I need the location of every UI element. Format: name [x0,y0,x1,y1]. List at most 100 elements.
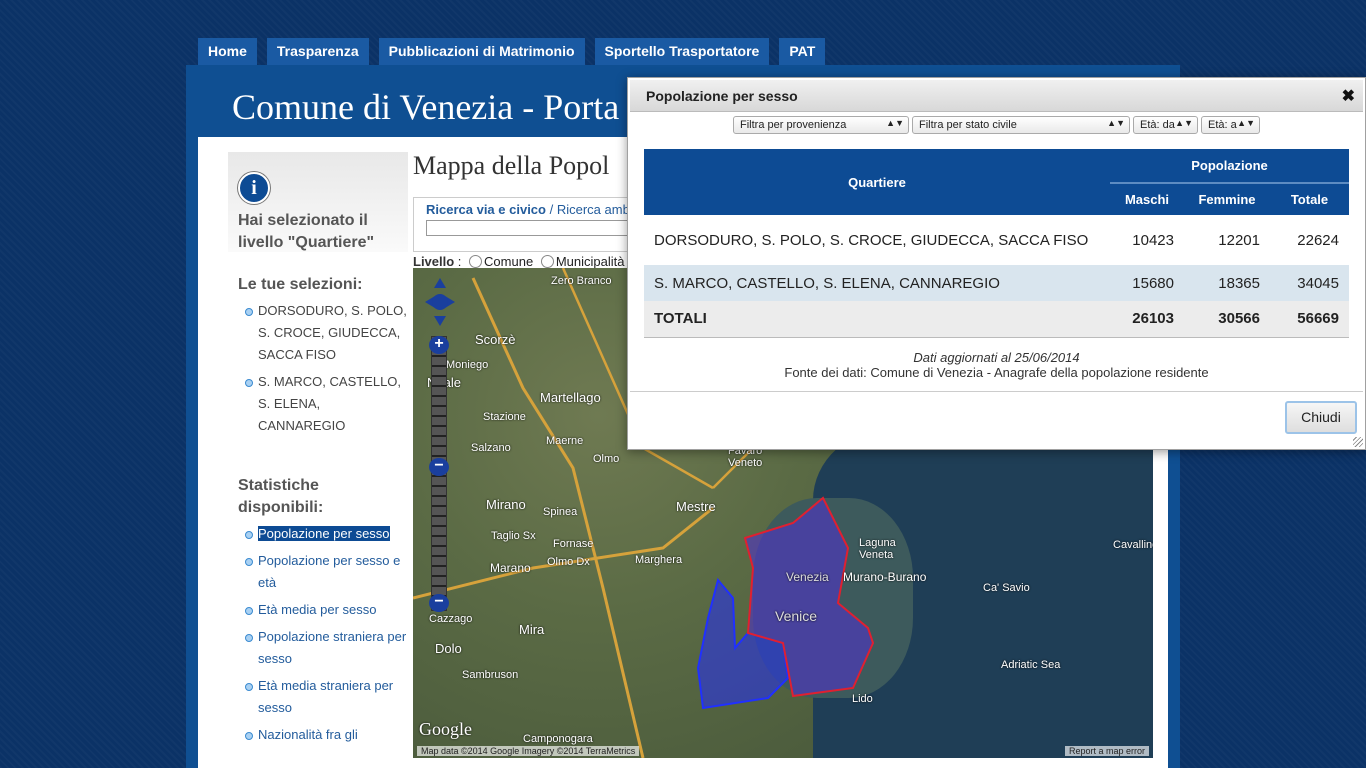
totals-label: TOTALI [654,310,707,328]
map-label: Mirano [486,497,526,512]
header-femmine: Femmine [1184,183,1270,215]
report-map-error-link[interactable]: Report a map error [1064,746,1149,756]
data-updated-note: Dati aggiornati al 25/06/2014 [913,350,1080,365]
header-quartiere: Quartiere [644,149,1110,215]
nav-tab-pubblicazioni[interactable]: Pubblicazioni di Matrimonio [378,38,585,66]
selection-item: S. MARCO, CASTELLO, S. ELENA, CANNAREGIO [238,371,408,437]
level-label-municipalita: Municipalità [555,254,625,269]
level-label-comune: Comune [484,254,534,269]
filter-provenienza-select[interactable]: Filtra per provenienza ▲▼ [733,116,909,134]
map-label: Lido [852,693,873,705]
map-attribution: Map data ©2014 Google Imagery ©2014 Terr… [417,746,640,756]
stat-link-eta-media[interactable]: Età media per sesso [238,599,408,621]
search-tab-area[interactable]: Ricerca amb [557,202,630,217]
level-radio-municipalita[interactable] [540,255,554,268]
google-logo: Google [419,719,472,739]
map-label: Fornase [553,538,594,550]
map-label: Camponogara [523,733,593,745]
nav-tab-home[interactable]: Home [198,38,257,66]
map-label: Venezia [786,570,829,584]
data-source-note: Fonte dei dati: Comune di Venezia - Anag… [784,365,1209,380]
stats-heading: Statistiche disponibili: [238,477,324,516]
filter-eta-a-select[interactable]: Età: a ▲▼ [1201,116,1260,134]
nav-tab-trasparenza[interactable]: Trasparenza [266,38,369,66]
chevron-down-icon: ▲▼ [1175,118,1193,128]
header-maschi: Maschi [1110,183,1184,215]
row-totale: 22624 [1297,231,1339,249]
map-label: Scorzè [475,332,516,347]
population-table: Quartiere Popolazione Maschi Femmine Tot… [644,149,1349,338]
map-label: Moniego [446,359,489,371]
dialog-divider [630,391,1363,392]
map-label: Cazzago [429,613,473,625]
filter-eta-a-label: Età: a [1208,119,1237,131]
search-tabs: Ricerca via e civico / Ricerca amb [426,202,630,217]
map-label: Adriatic Sea [1001,659,1061,671]
map-label: Dolo [435,641,462,656]
chiudi-button[interactable]: Chiudi [1285,401,1357,434]
stat-link-popolazione-straniera[interactable]: Popolazione straniera per sesso [238,626,408,670]
selections-heading: Le tue selezioni: [238,276,363,293]
zoom-out-button[interactable]: − [429,594,449,612]
map-label: Stazione [483,411,526,423]
map-label: Sambruson [462,669,519,681]
nav-tab-pat[interactable]: PAT [779,38,826,66]
search-tab-address[interactable]: Ricerca via e civico [426,202,546,217]
resize-grip-icon[interactable] [1353,437,1363,447]
stat-link-label: Popolazione per sesso [258,526,390,541]
header-popolazione: Popolazione [1110,149,1349,184]
info-icon: i [238,172,270,204]
map-label: Maerne [546,435,584,447]
row-maschi: 10423 [1132,231,1174,249]
totals-row: TOTALI 26103 30566 56669 [644,301,1349,337]
zoom-handle[interactable]: − [429,458,449,476]
site-title: Comune di Venezia - Porta [232,87,620,127]
map-label: Mira [519,622,545,637]
map-label: Murano-Burano [843,570,927,584]
level-radio-comune[interactable] [469,255,483,268]
map-label: Marano [490,561,531,575]
zoom-in-button[interactable]: + [429,336,449,354]
population-dialog: Popolazione per sesso ✖ Filtra per prove… [627,77,1366,450]
filter-eta-da-select[interactable]: Età: da ▲▼ [1133,116,1198,134]
stat-link-popolazione-sesso[interactable]: Popolazione per sesso [238,523,408,545]
stat-link-popolazione-sesso-eta[interactable]: Popolazione per sesso e età [238,550,408,594]
map-label: Cavallino [1113,539,1153,551]
dialog-titlebar[interactable]: Popolazione per sesso ✖ [630,80,1363,112]
map-label: Venice [775,608,818,624]
level-colon: : [454,254,462,269]
level-info-box: i Hai selezionato il livello "Quartiere" [228,152,408,252]
selections-list: DORSODURO, S. POLO, S. CROCE, GIUDECCA, … [238,300,408,437]
filter-bar: Filtra per provenienza ▲▼ Filtra per stat… [628,116,1365,134]
row-totale: 34045 [1297,274,1339,292]
selection-item: DORSODURO, S. POLO, S. CROCE, GIUDECCA, … [238,300,408,366]
map-label: Olmo Dx [547,556,590,568]
nav-tab-sportello[interactable]: Sportello Trasportatore [594,38,770,66]
map-label: Martellago [540,390,601,405]
dialog-title: Popolazione per sesso [646,88,798,104]
map-label: Salzano [471,442,511,454]
sidebar: i Hai selezionato il livello "Quartiere"… [228,152,408,751]
map-label: Olmo [593,453,620,465]
filter-provenienza-label: Filtra per provenienza [740,119,847,131]
totals-femmine: 30566 [1218,310,1260,328]
map-pan-control[interactable] [423,276,457,328]
row-femmine: 12201 [1218,231,1260,249]
page-title: Mappa della Popol [413,151,610,180]
map-label: Taglio Sx [491,530,536,542]
map-label: Mestre [676,499,716,514]
chevron-down-icon: ▲▼ [1107,118,1125,128]
top-nav: Home Trasparenza Pubblicazioni di Matrim… [198,38,826,66]
filter-stato-civile-select[interactable]: Filtra per stato civile ▲▼ [912,116,1130,134]
stat-link-nazionalita[interactable]: Nazionalità fra gli [238,724,408,746]
level-label: Livello [413,254,455,269]
totals-maschi: 26103 [1132,310,1174,328]
header-totale: Totale [1270,183,1349,215]
stat-link-eta-media-straniera[interactable]: Età media straniera per sesso [238,675,408,719]
close-icon[interactable]: ✖ [1342,86,1355,106]
chevron-down-icon: ▲▼ [1237,118,1255,128]
chevron-down-icon: ▲▼ [886,118,904,128]
row-name: S. MARCO, CASTELLO, S. ELENA, CANNAREGIO [654,274,1000,292]
table-row: S. MARCO, CASTELLO, S. ELENA, CANNAREGIO… [644,265,1349,301]
table-row: DORSODURO, S. POLO, S. CROCE, GIUDECCA, … [644,215,1349,265]
